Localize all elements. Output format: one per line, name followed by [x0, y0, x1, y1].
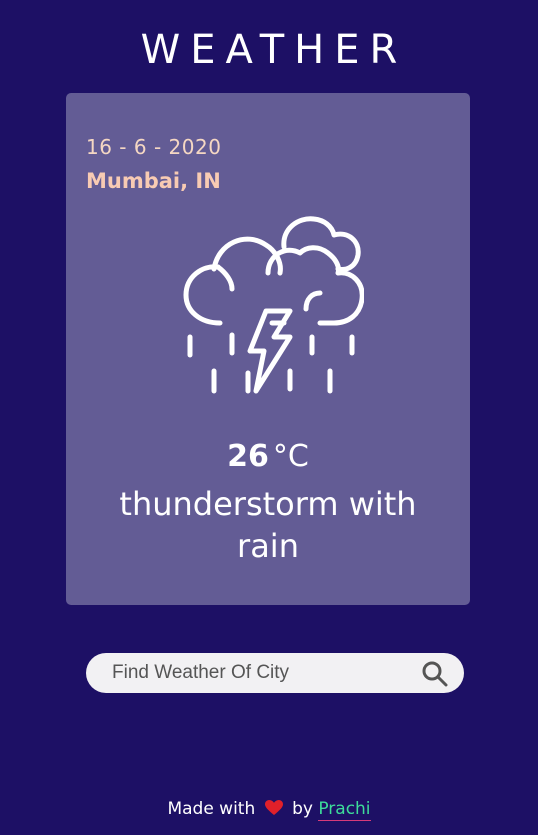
weather-date: 16 - 6 - 2020 [86, 135, 222, 159]
app-title: WEATHER [140, 27, 408, 73]
temperature-display: 26 °C [66, 439, 470, 475]
temperature-unit: °C [272, 439, 309, 474]
search-icon[interactable] [422, 661, 448, 687]
city-search-input[interactable] [112, 659, 412, 687]
temperature-value: 26 [227, 439, 269, 474]
footer: Made with by Prachi [0, 798, 538, 821]
heart-icon [264, 800, 283, 815]
thunderstorm-rain-icon [183, 216, 364, 394]
author-link[interactable]: Prachi [318, 799, 371, 821]
weather-description: thunderstorm with rain [119, 485, 417, 565]
city-search-bar [86, 653, 464, 693]
footer-made-with: Made with [167, 799, 256, 819]
footer-by: by [292, 799, 313, 819]
weather-card: 16 - 6 - 2020 Mumbai, IN 26 °C thundersto… [66, 93, 470, 605]
weather-city: Mumbai, IN [86, 169, 221, 193]
